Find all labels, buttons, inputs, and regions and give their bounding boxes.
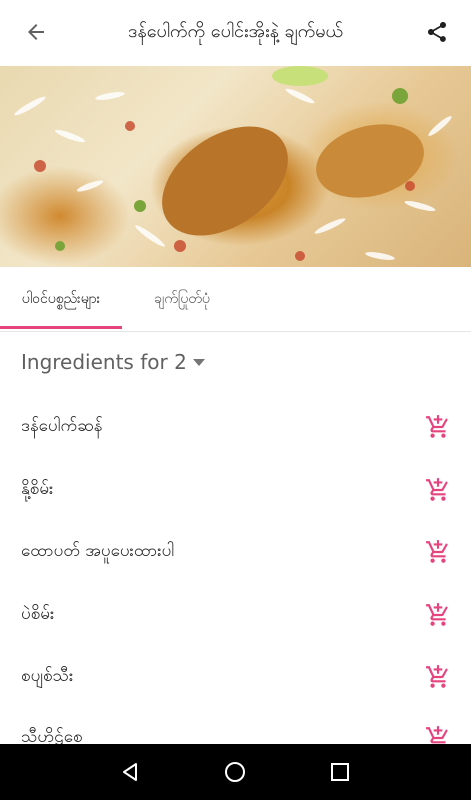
add-to-cart-button[interactable] xyxy=(423,663,453,691)
triangle-back-icon xyxy=(123,763,137,781)
add-shopping-cart-icon xyxy=(426,540,448,563)
back-button[interactable] xyxy=(20,16,52,48)
add-shopping-cart-icon xyxy=(426,603,448,626)
tab-ingredients[interactable]: ပါဝင်ပစ္စည်းများ xyxy=(0,267,122,331)
dropdown-caret-icon xyxy=(192,358,205,366)
tab-bar: ပါဝင်ပစ္စည်းများ ချက်ပြုတ်ပုံ xyxy=(0,267,471,332)
ingredient-name: ပဲစိမ်း xyxy=(21,603,55,624)
nav-home-button[interactable] xyxy=(221,758,249,786)
servings-label: Ingredients for 2 xyxy=(21,350,187,374)
nav-recents-button[interactable] xyxy=(326,758,354,786)
ingredient-row: နို့စိမ်း xyxy=(0,470,471,510)
add-shopping-cart-icon xyxy=(426,665,448,688)
circle-home-icon xyxy=(225,762,245,782)
tab-directions[interactable]: ချက်ပြုတ်ပုံ xyxy=(122,267,242,331)
add-to-cart-button[interactable] xyxy=(423,476,453,504)
tab-ingredients-label: ပါဝင်ပစ္စည်းများ xyxy=(21,290,101,307)
app-bar: ဒန်ပေါက်ကို ပေါင်းအိုးနဲ့ ချက်မယ် xyxy=(0,0,471,64)
ingredient-name: စပျစ်သီး xyxy=(21,665,74,686)
add-shopping-cart-icon xyxy=(426,478,448,501)
tab-directions-label: ချက်ပြုတ်ပုံ xyxy=(154,290,210,307)
ingredient-name: ထောပတ် အပူပေးထားပါ xyxy=(21,540,175,561)
recipe-hero-image xyxy=(0,66,471,267)
page-title: ဒန်ပေါက်ကို ပေါင်းအိုးနဲ့ ချက်မယ် xyxy=(128,20,343,42)
servings-selector[interactable]: Ingredients for 2 xyxy=(21,345,205,379)
add-shopping-cart-icon xyxy=(426,415,448,438)
share-button[interactable] xyxy=(421,16,453,48)
tab-selected-indicator xyxy=(0,326,122,329)
add-to-cart-button[interactable] xyxy=(423,601,453,629)
ingredient-row: ထောပတ် အပူပေးထားပါ xyxy=(0,532,471,572)
recipe-food-illustration xyxy=(14,66,452,261)
system-navigation-bar xyxy=(0,744,471,800)
add-to-cart-button[interactable] xyxy=(423,538,453,566)
ingredient-row: ဒန်ပေါက်ဆန် xyxy=(0,407,471,447)
ingredient-row: စပျစ်သီး xyxy=(0,657,471,697)
nav-back-button[interactable] xyxy=(116,758,144,786)
share-icon xyxy=(428,22,446,42)
ingredient-name: နို့စိမ်း xyxy=(21,478,54,499)
add-to-cart-button[interactable] xyxy=(423,413,453,441)
ingredient-name: ဒန်ပေါက်ဆန် xyxy=(21,415,103,436)
arrow-back-icon xyxy=(28,24,44,40)
square-recents-icon xyxy=(331,763,349,781)
ingredient-row: ပဲစိမ်း xyxy=(0,595,471,635)
